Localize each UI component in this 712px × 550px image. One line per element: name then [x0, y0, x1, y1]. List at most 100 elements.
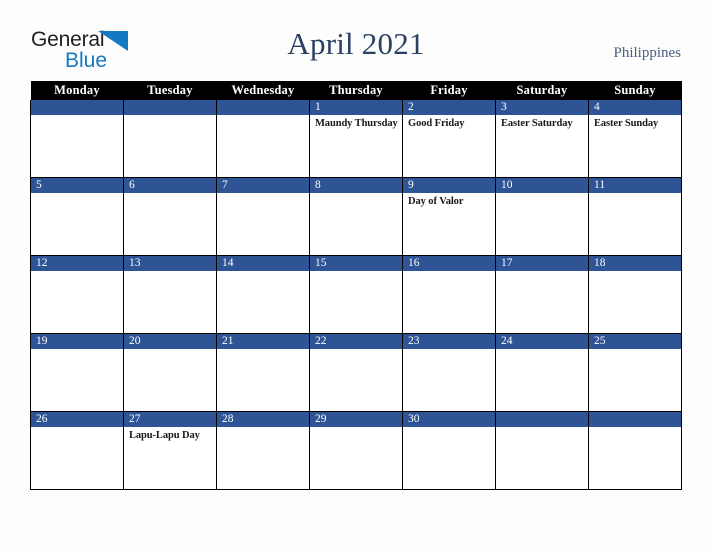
day-number: 11 — [589, 178, 681, 193]
day-number: 6 — [124, 178, 216, 193]
calendar-day-cell[interactable]: 19 — [30, 333, 124, 412]
day-content — [124, 349, 216, 411]
day-content — [217, 427, 309, 489]
day-content: Maundy Thursday — [310, 115, 402, 177]
day-content: Easter Sunday — [589, 115, 681, 177]
day-number: 1 — [310, 100, 402, 115]
day-number — [31, 100, 123, 115]
holiday-label: Maundy Thursday — [315, 118, 398, 129]
calendar-day-cell[interactable]: 22 — [309, 333, 403, 412]
day-number: 18 — [589, 256, 681, 271]
calendar-day-cell[interactable]: 4 Easter Sunday — [588, 100, 682, 178]
calendar-day-cell[interactable]: 18 — [588, 255, 682, 334]
calendar-day-cell[interactable]: 26 — [30, 411, 124, 490]
calendar-week-row: 1 Maundy Thursday 2 Good Friday 3 Easter Satu… — [30, 100, 682, 178]
day-number: 16 — [403, 256, 495, 271]
calendar-day-cell[interactable]: 11 — [588, 177, 682, 256]
day-number: 4 — [589, 100, 681, 115]
calendar-day-cell[interactable]: 21 — [216, 333, 310, 412]
day-of-week-row: Monday Tuesday Wednesday Thursday Friday Satu… — [30, 81, 682, 100]
calendar-week-row: 5 6 7 8 9 Day of Valor 10 11 — [30, 177, 682, 256]
calendar-week-row: 26 27 Lapu-Lapu Day 28 29 30 — [30, 411, 682, 490]
calendar-day-cell[interactable]: 12 — [30, 255, 124, 334]
calendar-header-row: Monday Tuesday Wednesday Thursday Friday Satu… — [30, 81, 682, 100]
holiday-label: Good Friday — [408, 118, 465, 129]
day-content — [496, 427, 588, 489]
day-header-saturday: Saturday — [495, 81, 589, 100]
calendar-day-cell[interactable]: 5 — [30, 177, 124, 256]
holiday-label: Easter Saturday — [501, 118, 573, 129]
calendar-day-cell[interactable]: 28 — [216, 411, 310, 490]
day-content — [403, 427, 495, 489]
page-header: General Blue April 2021 Philippines — [0, 0, 712, 81]
calendar-day-cell[interactable]: 13 — [123, 255, 217, 334]
day-content: Good Friday — [403, 115, 495, 177]
calendar-grid: Monday Tuesday Wednesday Thursday Friday Satu… — [30, 81, 682, 490]
holiday-label: Day of Valor — [408, 196, 464, 207]
day-content — [496, 271, 588, 333]
calendar-week-row: 12 13 14 15 16 17 18 — [30, 255, 682, 334]
calendar-day-cell[interactable]: 16 — [402, 255, 496, 334]
day-content — [217, 349, 309, 411]
calendar-day-cell[interactable]: 24 — [495, 333, 589, 412]
day-content — [124, 193, 216, 255]
calendar-day-cell[interactable]: 3 Easter Saturday — [495, 100, 589, 178]
day-number: 30 — [403, 412, 495, 427]
calendar-day-cell[interactable]: 1 Maundy Thursday — [309, 100, 403, 178]
calendar-day-cell[interactable]: 27 Lapu-Lapu Day — [123, 411, 217, 490]
day-content — [124, 115, 216, 177]
day-content — [31, 271, 123, 333]
calendar-day-cell[interactable]: 23 — [402, 333, 496, 412]
day-content — [31, 193, 123, 255]
calendar-day-cell[interactable]: 25 — [588, 333, 682, 412]
day-number: 8 — [310, 178, 402, 193]
day-content — [589, 193, 681, 255]
day-number: 14 — [217, 256, 309, 271]
calendar-day-cell[interactable]: 15 — [309, 255, 403, 334]
calendar-day-cell[interactable]: 8 — [309, 177, 403, 256]
calendar-body: 1 Maundy Thursday 2 Good Friday 3 Easter Satu… — [30, 100, 682, 490]
calendar-empty-cell — [588, 411, 682, 490]
day-header-wednesday: Wednesday — [216, 81, 310, 100]
holiday-label: Easter Sunday — [594, 118, 659, 129]
day-header-friday: Friday — [402, 81, 496, 100]
day-content — [217, 271, 309, 333]
calendar-day-cell[interactable]: 30 — [402, 411, 496, 490]
day-header-sunday: Sunday — [588, 81, 682, 100]
day-content — [31, 115, 123, 177]
day-number: 28 — [217, 412, 309, 427]
day-content — [496, 349, 588, 411]
calendar-day-cell[interactable]: 10 — [495, 177, 589, 256]
calendar-day-cell[interactable]: 20 — [123, 333, 217, 412]
day-number: 13 — [124, 256, 216, 271]
day-header-monday: Monday — [30, 81, 124, 100]
day-header-tuesday: Tuesday — [123, 81, 217, 100]
day-number: 10 — [496, 178, 588, 193]
calendar-day-cell[interactable]: 2 Good Friday — [402, 100, 496, 178]
page-title: April 2021 — [287, 26, 425, 61]
calendar-day-cell[interactable]: 7 — [216, 177, 310, 256]
day-number: 23 — [403, 334, 495, 349]
day-number: 24 — [496, 334, 588, 349]
day-number: 21 — [217, 334, 309, 349]
day-number: 20 — [124, 334, 216, 349]
day-content — [403, 349, 495, 411]
calendar-empty-cell — [123, 100, 217, 178]
day-number: 17 — [496, 256, 588, 271]
calendar-day-cell[interactable]: 14 — [216, 255, 310, 334]
day-content — [589, 427, 681, 489]
day-content — [217, 193, 309, 255]
calendar-day-cell[interactable]: 9 Day of Valor — [402, 177, 496, 256]
country-label: Philippines — [613, 45, 681, 61]
calendar-day-cell[interactable]: 6 — [123, 177, 217, 256]
calendar-empty-cell — [30, 100, 124, 178]
holiday-label: Lapu-Lapu Day — [129, 430, 200, 441]
day-number — [496, 412, 588, 427]
calendar-page: General Blue April 2021 Philippines Mond… — [0, 0, 712, 550]
day-number: 22 — [310, 334, 402, 349]
calendar-day-cell[interactable]: 17 — [495, 255, 589, 334]
day-content — [403, 271, 495, 333]
day-number: 27 — [124, 412, 216, 427]
calendar-day-cell[interactable]: 29 — [309, 411, 403, 490]
day-header-thursday: Thursday — [309, 81, 403, 100]
